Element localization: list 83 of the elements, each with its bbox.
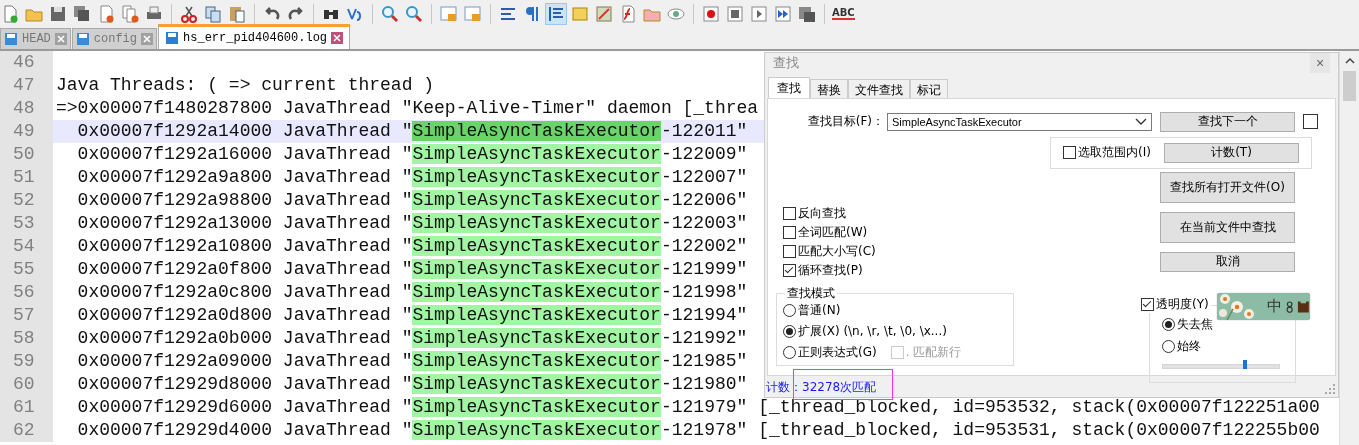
radio-option[interactable]: 普通(N): [783, 301, 841, 319]
ime-bar[interactable]: 中: [1217, 293, 1310, 320]
code-line: 0x00007f1292a10800 JavaThread "SimpleAsyncTaskExecutor-122002": [76, 235, 748, 258]
scroll-up-icon[interactable]: [1344, 57, 1355, 65]
line-number: 54: [0, 235, 53, 258]
resize-grip-icon[interactable]: [1325, 384, 1335, 394]
line-number: 56: [0, 281, 53, 304]
status-text: 计数：32278次匹配: [766, 378, 877, 396]
code-line: 0x00007f1292a0c800 JavaThread "SimpleAsyncTaskExecutor-121998": [76, 281, 748, 304]
code-line: =>0x00007f1480287800 JavaThread "Keep-Alive-Timer" daemon [_threa: [56, 97, 759, 120]
floppy-icon: [165, 31, 180, 45]
line-number: 55: [0, 258, 53, 281]
radio-option[interactable]: 正则表达式(G): [783, 343, 877, 361]
find-next-button[interactable]: 查找下一个: [1160, 111, 1295, 132]
scrollbar[interactable]: [1339, 51, 1359, 445]
indent-guide-icon[interactable]: [546, 3, 566, 24]
floppy-icon: [4, 32, 18, 46]
documents-close-icon[interactable]: [120, 3, 140, 24]
record-icon[interactable]: [701, 3, 721, 24]
group-title: 查找模式: [786, 284, 836, 302]
checkbox-option[interactable]: 全词匹配(W): [783, 223, 1160, 241]
code-line: 0x00007f1292a16000 JavaThread "SimpleAsyncTaskExecutor-122009": [76, 143, 748, 166]
radio-option[interactable]: 扩展(X) (\n, \r, \t, \0, \x...): [783, 322, 947, 340]
checkbox[interactable]: [1303, 114, 1318, 130]
code-line: Java Threads: ( => current thread ): [56, 74, 435, 97]
checkbox-option[interactable]: 选取范围内(I): [1063, 144, 1151, 162]
line-number: 62: [0, 419, 53, 442]
line-number: 59: [0, 350, 53, 373]
caret-icon[interactable]: [1135, 117, 1147, 126]
code-line: 0x00007f1292a09000 JavaThread "SimpleAsyncTaskExecutor-121985": [76, 350, 748, 373]
line-number: 61: [0, 396, 53, 419]
code-line: 0x00007f12929d8000 JavaThread "SimpleAsyncTaskExecutor-121980": [76, 373, 748, 396]
code-line: 0x00007f1292a0b000 JavaThread "SimpleAsyncTaskExecutor-121992": [76, 327, 748, 350]
checkbox-option[interactable]: 匹配大小写(C): [783, 242, 1160, 260]
fast-forward-icon[interactable]: [773, 3, 793, 24]
radio-option[interactable]: 始终: [1162, 337, 1283, 355]
code-line: 0x00007f1292a98800 JavaThread "SimpleAsyncTaskExecutor-122006": [76, 189, 748, 212]
line-number: 49: [0, 120, 53, 143]
file-tab[interactable]: hs_err_pid404600.log: [158, 24, 351, 49]
zoom-out-icon[interactable]: [404, 3, 424, 24]
count-button[interactable]: 计数(T): [1164, 142, 1299, 163]
zoom-in-icon[interactable]: [380, 3, 400, 24]
line-number: 48: [0, 97, 53, 120]
checkbox-option[interactable]: 反向查找: [783, 204, 1160, 222]
code-line: 0x00007f1292a0f800 JavaThread "SimpleAsyncTaskExecutor-121999": [76, 258, 748, 281]
code-line: 0x00007f1292a9a800 JavaThread "SimpleAsyncTaskExecutor-122007": [76, 166, 748, 189]
transparency-slider[interactable]: [1162, 359, 1280, 370]
close-icon[interactable]: [54, 33, 67, 45]
copy-icon[interactable]: [203, 3, 223, 24]
stop-icon[interactable]: [725, 3, 745, 24]
scrollbar-thumb[interactable]: [1343, 71, 1356, 101]
ime-mode-text: 中: [1267, 297, 1282, 316]
line-number: 53: [0, 212, 53, 235]
dialog-tab[interactable]: 查找: [768, 76, 810, 98]
line-number: 50: [0, 143, 53, 166]
field-label: 查找目标(F)：: [807, 113, 884, 131]
close-icon[interactable]: [141, 33, 154, 45]
cup-icon[interactable]: [1297, 299, 1310, 314]
line-number: 52: [0, 189, 53, 212]
play-icon[interactable]: [749, 3, 769, 24]
checkbox-option[interactable]: 循环查找(P): [783, 261, 1160, 279]
line-number: 58: [0, 327, 53, 350]
line-number: 51: [0, 166, 53, 189]
dialog-tab[interactable]: 标记: [910, 78, 948, 98]
dialog-tab[interactable]: 文件查找: [848, 78, 910, 98]
floppy-icon: [75, 32, 90, 46]
code-line: 0x00007f1292a0d800 JavaThread "SimpleAsyncTaskExecutor-121994": [76, 304, 748, 327]
dialog-button[interactable]: 在当前文件中查找: [1160, 211, 1295, 243]
code-line: 0x00007f12929d4000 JavaThread "SimpleAsyncTaskExecutor-121978" [_thread_blocked, id=953531, stack(0x00007f122255b00: [76, 419, 1320, 442]
dialog-tab[interactable]: 替换: [810, 78, 848, 98]
dialog-title: 查找: [773, 54, 799, 73]
dialog-button[interactable]: 取消: [1160, 251, 1295, 272]
line-number: 46: [0, 51, 53, 74]
code-line: 0x00007f12929d6000 JavaThread "SimpleAsyncTaskExecutor-121979" [_thread_blocked, id=953532, stack(0x00007f122251a00: [76, 396, 1320, 419]
line-number: 47: [0, 74, 53, 97]
line-number: 60: [0, 373, 53, 396]
close-button[interactable]: ×: [1310, 53, 1330, 74]
code-line: 0x00007f1292a14000 JavaThread "SimpleAsyncTaskExecutor-122011": [76, 120, 748, 143]
code-line: 0x00007f1292a13000 JavaThread "SimpleAsyncTaskExecutor-122003": [76, 212, 748, 235]
dialog-button[interactable]: 查找所有打开文件(O): [1160, 171, 1295, 203]
search-field[interactable]: SimpleAsyncTaskExecutor: [887, 112, 1152, 131]
line-number: 57: [0, 304, 53, 327]
close-icon[interactable]: [331, 32, 344, 44]
